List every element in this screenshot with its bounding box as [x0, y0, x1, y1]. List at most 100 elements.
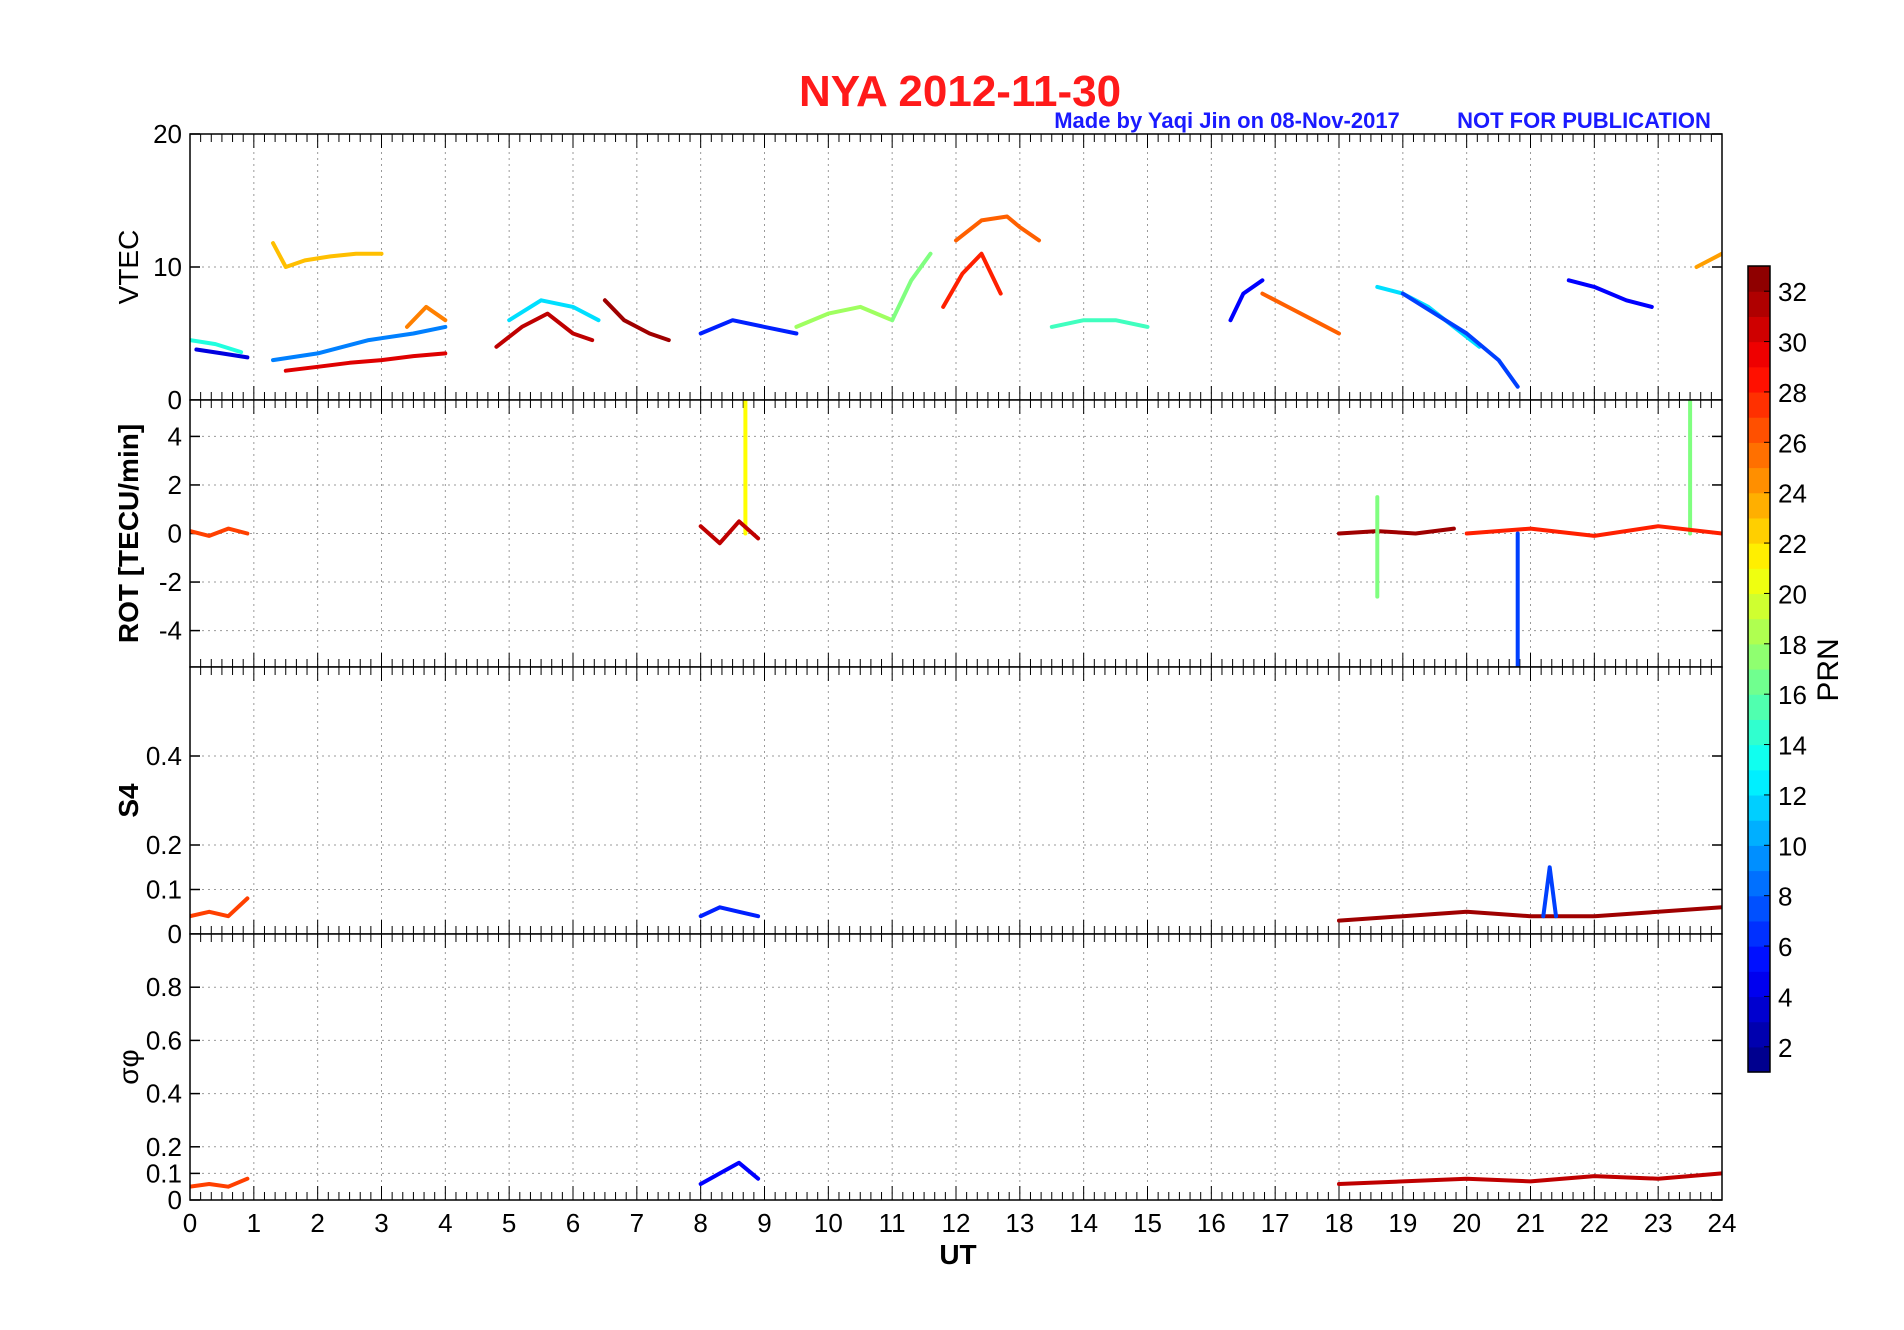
- colorbar-segment: [1748, 694, 1770, 720]
- x-tick-label: 17: [1261, 1208, 1290, 1238]
- colorbar-label: PRN: [1812, 638, 1845, 701]
- x-tick-label: 21: [1516, 1208, 1545, 1238]
- y-axis-label: ROT [TECU/min]: [113, 424, 144, 643]
- colorbar-tick-label: 8: [1778, 882, 1792, 912]
- x-tick-label: 1: [247, 1208, 261, 1238]
- colorbar-segment: [1748, 341, 1770, 368]
- colorbar-segment: [1748, 492, 1770, 519]
- colorbar-segment: [1748, 593, 1770, 620]
- y-tick-label: 0: [168, 519, 182, 549]
- x-tick-label: 9: [757, 1208, 771, 1238]
- colorbar-segment: [1748, 618, 1770, 645]
- y-tick-label: 0.4: [146, 1079, 182, 1109]
- colorbar-segment: [1748, 845, 1770, 872]
- y-tick-label: 20: [153, 119, 182, 149]
- colorbar-segment: [1748, 568, 1770, 595]
- colorbar-segment: [1748, 543, 1770, 569]
- colorbar-tick-label: 22: [1778, 529, 1807, 559]
- colorbar-tick-label: 12: [1778, 781, 1807, 811]
- colorbar-segment: [1748, 719, 1770, 746]
- x-tick-label: 13: [1005, 1208, 1034, 1238]
- y-axis-label: S4: [113, 783, 144, 818]
- x-tick-label: 14: [1069, 1208, 1098, 1238]
- x-tick-label: 19: [1388, 1208, 1417, 1238]
- x-tick-label: 0: [183, 1208, 197, 1238]
- colorbar-segment: [1748, 895, 1770, 922]
- x-tick-label: 24: [1708, 1208, 1737, 1238]
- colorbar-tick-label: 2: [1778, 1033, 1792, 1063]
- x-tick-label: 4: [438, 1208, 452, 1238]
- colorbar-segment: [1748, 467, 1770, 494]
- x-tick-label: 22: [1580, 1208, 1609, 1238]
- colorbar-segment: [1748, 366, 1770, 393]
- x-tick-label: 8: [693, 1208, 707, 1238]
- x-tick-label: 15: [1133, 1208, 1162, 1238]
- colorbar-tick-label: 6: [1778, 932, 1792, 962]
- x-tick-label: 5: [502, 1208, 516, 1238]
- y-tick-label: 0.8: [146, 972, 182, 1002]
- colorbar-segment: [1748, 266, 1770, 292]
- x-tick-label: 7: [630, 1208, 644, 1238]
- colorbar-tick-label: 14: [1778, 731, 1807, 761]
- colorbar-segment: [1748, 291, 1770, 317]
- colorbar-segment: [1748, 669, 1770, 695]
- colorbar-tick-label: 4: [1778, 982, 1792, 1012]
- y-tick-label: 0.1: [146, 875, 182, 905]
- colorbar-tick-label: 16: [1778, 680, 1807, 710]
- y-tick-label: -2: [159, 567, 182, 597]
- panels: 01020VTEC-4-2024ROT [TECU/min]00.10.20.4…: [113, 119, 1736, 1238]
- y-tick-label: 0.2: [146, 830, 182, 860]
- y-axis-label: σφ: [113, 1049, 144, 1084]
- x-tick-label: 6: [566, 1208, 580, 1238]
- colorbar-segment: [1748, 794, 1770, 821]
- colorbar-tick-label: 24: [1778, 479, 1807, 509]
- colorbar: 2468101214161820222426283032: [1747, 265, 1807, 1073]
- colorbar-tick-label: 20: [1778, 579, 1807, 609]
- y-tick-label: 4: [168, 421, 182, 451]
- colorbar-segment: [1748, 744, 1770, 771]
- colorbar-segment: [1748, 820, 1770, 846]
- x-tick-label: 11: [879, 1208, 906, 1238]
- colorbar-segment: [1748, 1046, 1770, 1073]
- y-tick-label: 0.1: [146, 1158, 182, 1188]
- x-tick-label: 23: [1644, 1208, 1673, 1238]
- y-tick-label: 2: [168, 470, 182, 500]
- x-tick-label: 3: [374, 1208, 388, 1238]
- panel-s4: 0 0.1 0.2 0.4S4: [113, 666, 1723, 949]
- colorbar-segment: [1748, 442, 1770, 469]
- figure-credit: Made by Yaqi Jin on 08-Nov-2017: [1054, 108, 1400, 133]
- x-tick-label: 18: [1325, 1208, 1354, 1238]
- y-tick-label: 0.2: [146, 1132, 182, 1162]
- colorbar-segment: [1748, 870, 1770, 897]
- colorbar-segment: [1748, 769, 1770, 796]
- panel-sigma_phi: 00.10.20.40.60.8σφ0 1 2 3 4 5 6 7 8 9 10 11 12 13 14 15…: [113, 933, 1737, 1238]
- x-tick-label: 20: [1452, 1208, 1481, 1238]
- colorbar-tick-label: 18: [1778, 630, 1807, 660]
- colorbar-segment: [1748, 920, 1770, 947]
- colorbar-segment: [1748, 391, 1770, 418]
- colorbar-tick-label: 10: [1778, 831, 1807, 861]
- x-tick-label: 16: [1197, 1208, 1226, 1238]
- x-tick-label: 10: [814, 1208, 843, 1238]
- y-axis-label: VTEC: [113, 230, 144, 305]
- x-axis-label: UT: [939, 1239, 976, 1270]
- colorbar-tick-label: 26: [1778, 428, 1807, 458]
- y-tick-label: 0.6: [146, 1025, 182, 1055]
- colorbar-segment: [1748, 643, 1770, 670]
- colorbar-tick-label: 32: [1778, 277, 1807, 307]
- colorbar-tick-label: 28: [1778, 378, 1807, 408]
- colorbar-segment: [1748, 316, 1770, 343]
- y-tick-label: 0.4: [146, 741, 182, 771]
- colorbar-tick-label: 30: [1778, 328, 1807, 358]
- y-tick-label: 10: [153, 252, 182, 282]
- y-tick-label: 0: [168, 919, 182, 949]
- colorbar-segment: [1748, 946, 1770, 972]
- colorbar-segment: [1748, 971, 1770, 998]
- y-tick-label: 0: [168, 385, 182, 415]
- figure-notice: NOT FOR PUBLICATION: [1457, 108, 1711, 133]
- colorbar-segment: [1748, 517, 1770, 544]
- figure: NYA 2012-11-30 Made by Yaqi Jin on 08-No…: [113, 67, 1845, 1270]
- colorbar-segment: [1748, 1021, 1770, 1048]
- colorbar-segment: [1748, 996, 1770, 1023]
- panel-vtec: 0 10 20 VTEC: [113, 119, 1723, 415]
